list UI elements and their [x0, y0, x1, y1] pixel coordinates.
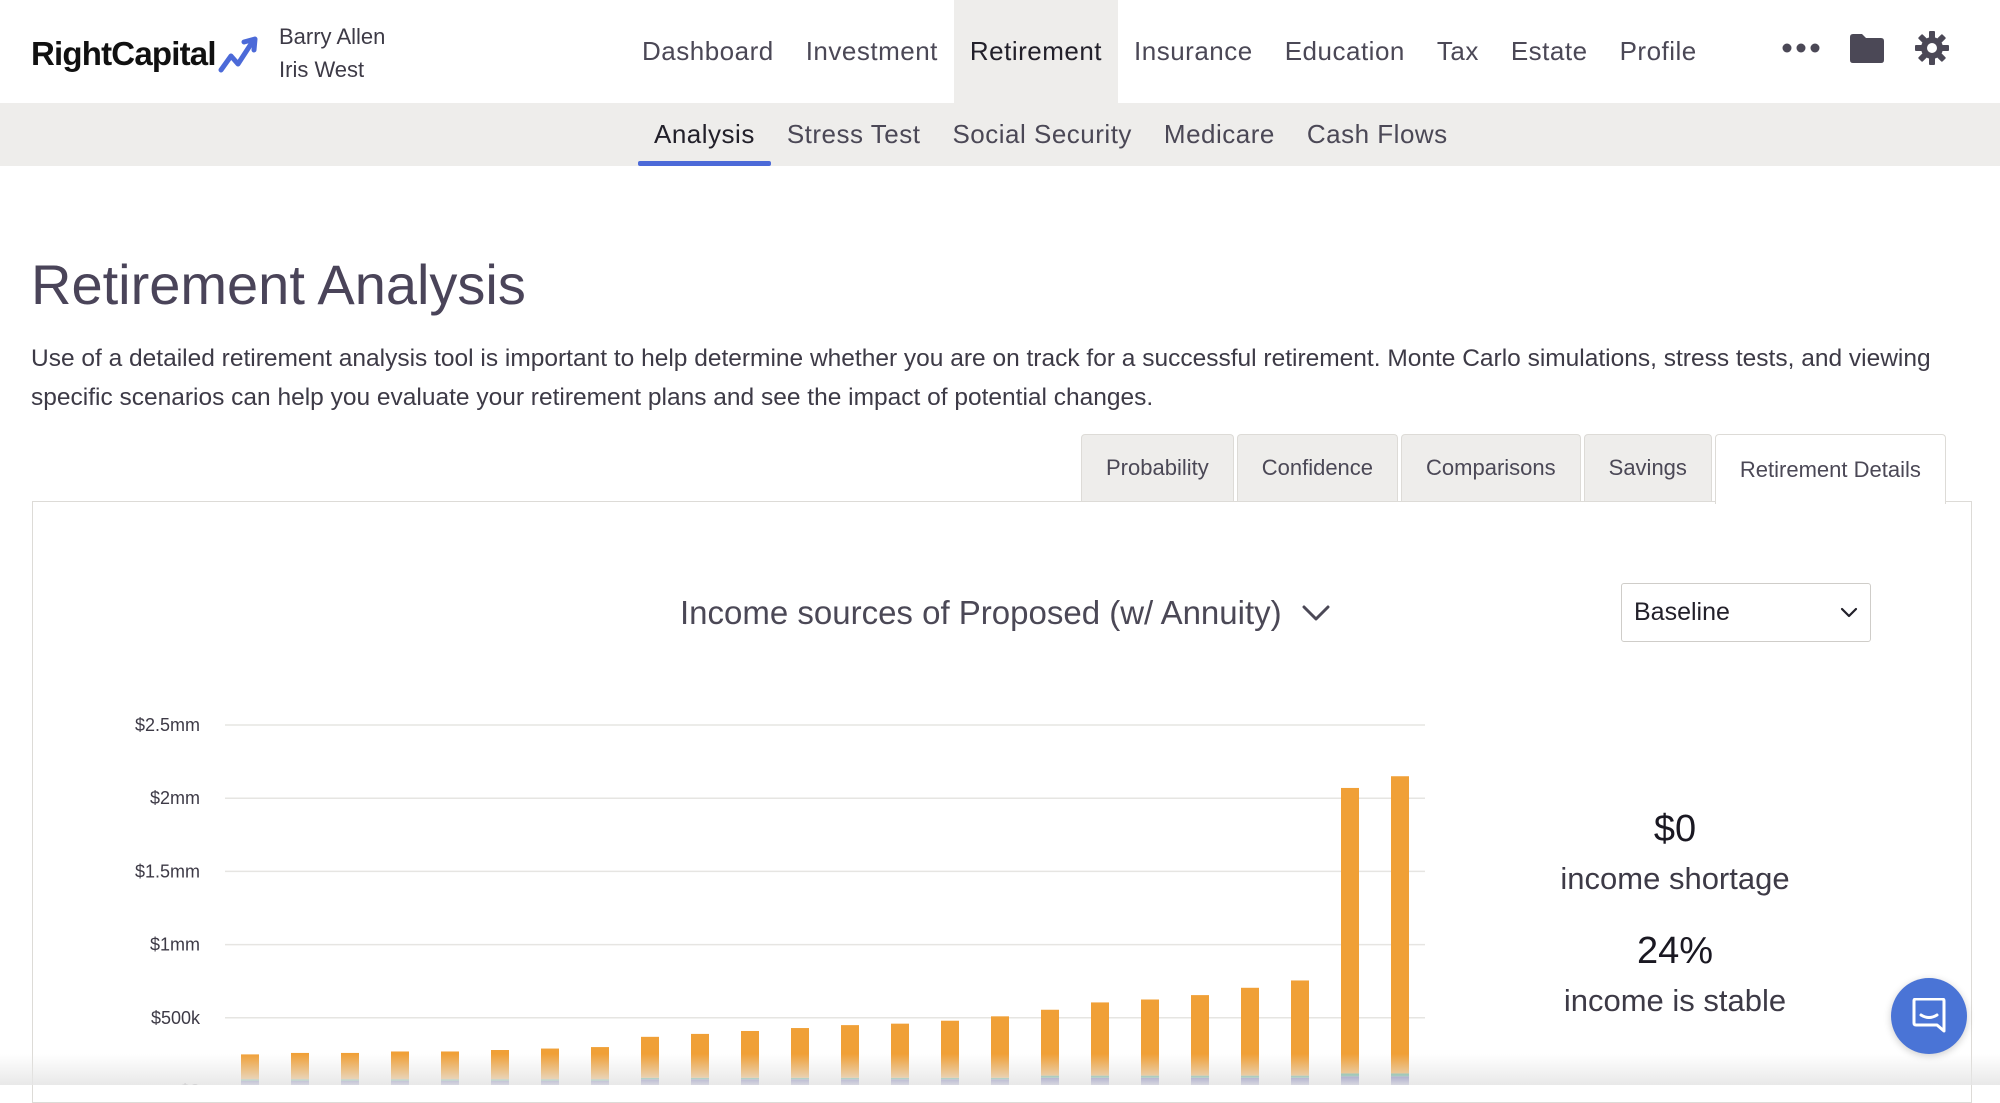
nav-education[interactable]: Education	[1269, 0, 1421, 103]
y-tick-label: $1.5mm	[135, 861, 200, 881]
client-name: Barry Allen	[279, 24, 386, 49]
scenario-select-value: Baseline	[1634, 598, 1730, 626]
tab-comparisons[interactable]: Comparisons	[1401, 434, 1581, 501]
brand-logo[interactable]: RightCapital	[31, 34, 262, 74]
tab-savings[interactable]: Savings	[1583, 434, 1712, 501]
income-shortage-label: income shortage	[1560, 861, 1790, 896]
income-shortage-summary: $0 income shortage	[1490, 808, 1860, 897]
nav-retirement[interactable]: Retirement	[953, 0, 1119, 103]
tab-retirement-details[interactable]: Retirement Details	[1714, 434, 1946, 504]
nav-estate[interactable]: Estate	[1495, 0, 1604, 103]
chat-button[interactable]	[1891, 978, 1967, 1054]
top-header: RightCapital Barry Allen Iris West Dashb…	[0, 0, 2000, 104]
page-description: Use of a detailed retirement analysis to…	[31, 345, 1931, 411]
y-tick-label: $500k	[151, 1008, 201, 1028]
brand-name: RightCapital	[31, 35, 217, 72]
top-nav: Dashboard Investment Retirement Insuranc…	[626, 0, 1713, 103]
top-icons	[1782, 30, 1950, 66]
chart-title-selector[interactable]: Income sources of Proposed (w/ Annuity)	[680, 594, 1330, 632]
chart-title: Income sources of Proposed (w/ Annuity)	[680, 594, 1282, 631]
analysis-tabs: Probability Confidence Comparisons Savin…	[1081, 434, 1946, 504]
income-stable-summary: 24% income is stable	[1490, 930, 1860, 1019]
y-tick-label: $2.5mm	[135, 715, 200, 735]
client-name: Iris West	[279, 57, 365, 82]
subnav-social-security[interactable]: Social Security	[936, 103, 1147, 166]
tab-probability[interactable]: Probability	[1081, 434, 1234, 501]
client-names[interactable]: Barry Allen Iris West	[279, 20, 385, 86]
scenario-select[interactable]: Baseline	[1621, 583, 1871, 642]
income-stable-label: income is stable	[1563, 983, 1787, 1018]
chart-bar-segment[interactable]	[1391, 776, 1409, 1074]
brand-logo-mark-icon	[218, 36, 258, 73]
sub-nav: Analysis Stress Test Social Security Med…	[0, 103, 2000, 166]
income-stable-value: 24%	[1636, 930, 1714, 972]
y-tick-label: $1mm	[150, 935, 200, 955]
tab-confidence[interactable]: Confidence	[1236, 434, 1399, 501]
subnav-medicare[interactable]: Medicare	[1148, 103, 1291, 166]
folder-icon[interactable]	[1848, 32, 1886, 64]
chevron-down-icon	[1302, 605, 1330, 621]
gear-icon[interactable]	[1914, 30, 1950, 66]
nav-profile[interactable]: Profile	[1604, 0, 1713, 103]
chart-bar-segment[interactable]	[1341, 787, 1359, 1074]
nav-insurance[interactable]: Insurance	[1118, 0, 1269, 103]
income-shortage-value: $0	[1653, 808, 1697, 850]
y-tick-label: $2mm	[150, 788, 200, 808]
more-icon[interactable]	[1782, 42, 1820, 54]
bottom-edge-shadow	[0, 1054, 2000, 1085]
chat-icon	[1912, 998, 1946, 1033]
chevron-down-icon	[1840, 607, 1858, 618]
nav-tax[interactable]: Tax	[1421, 0, 1495, 103]
nav-investment[interactable]: Investment	[790, 0, 954, 103]
subnav-cash-flows[interactable]: Cash Flows	[1291, 103, 1464, 166]
income-sources-chart: $0$500k$1mm$1.5mm$2mm$2.5mm	[135, 715, 1425, 1085]
page-title: Retirement Analysis	[31, 253, 526, 316]
nav-dashboard[interactable]: Dashboard	[626, 0, 790, 103]
subnav-stress-test[interactable]: Stress Test	[771, 103, 937, 166]
subnav-analysis[interactable]: Analysis	[638, 103, 771, 166]
